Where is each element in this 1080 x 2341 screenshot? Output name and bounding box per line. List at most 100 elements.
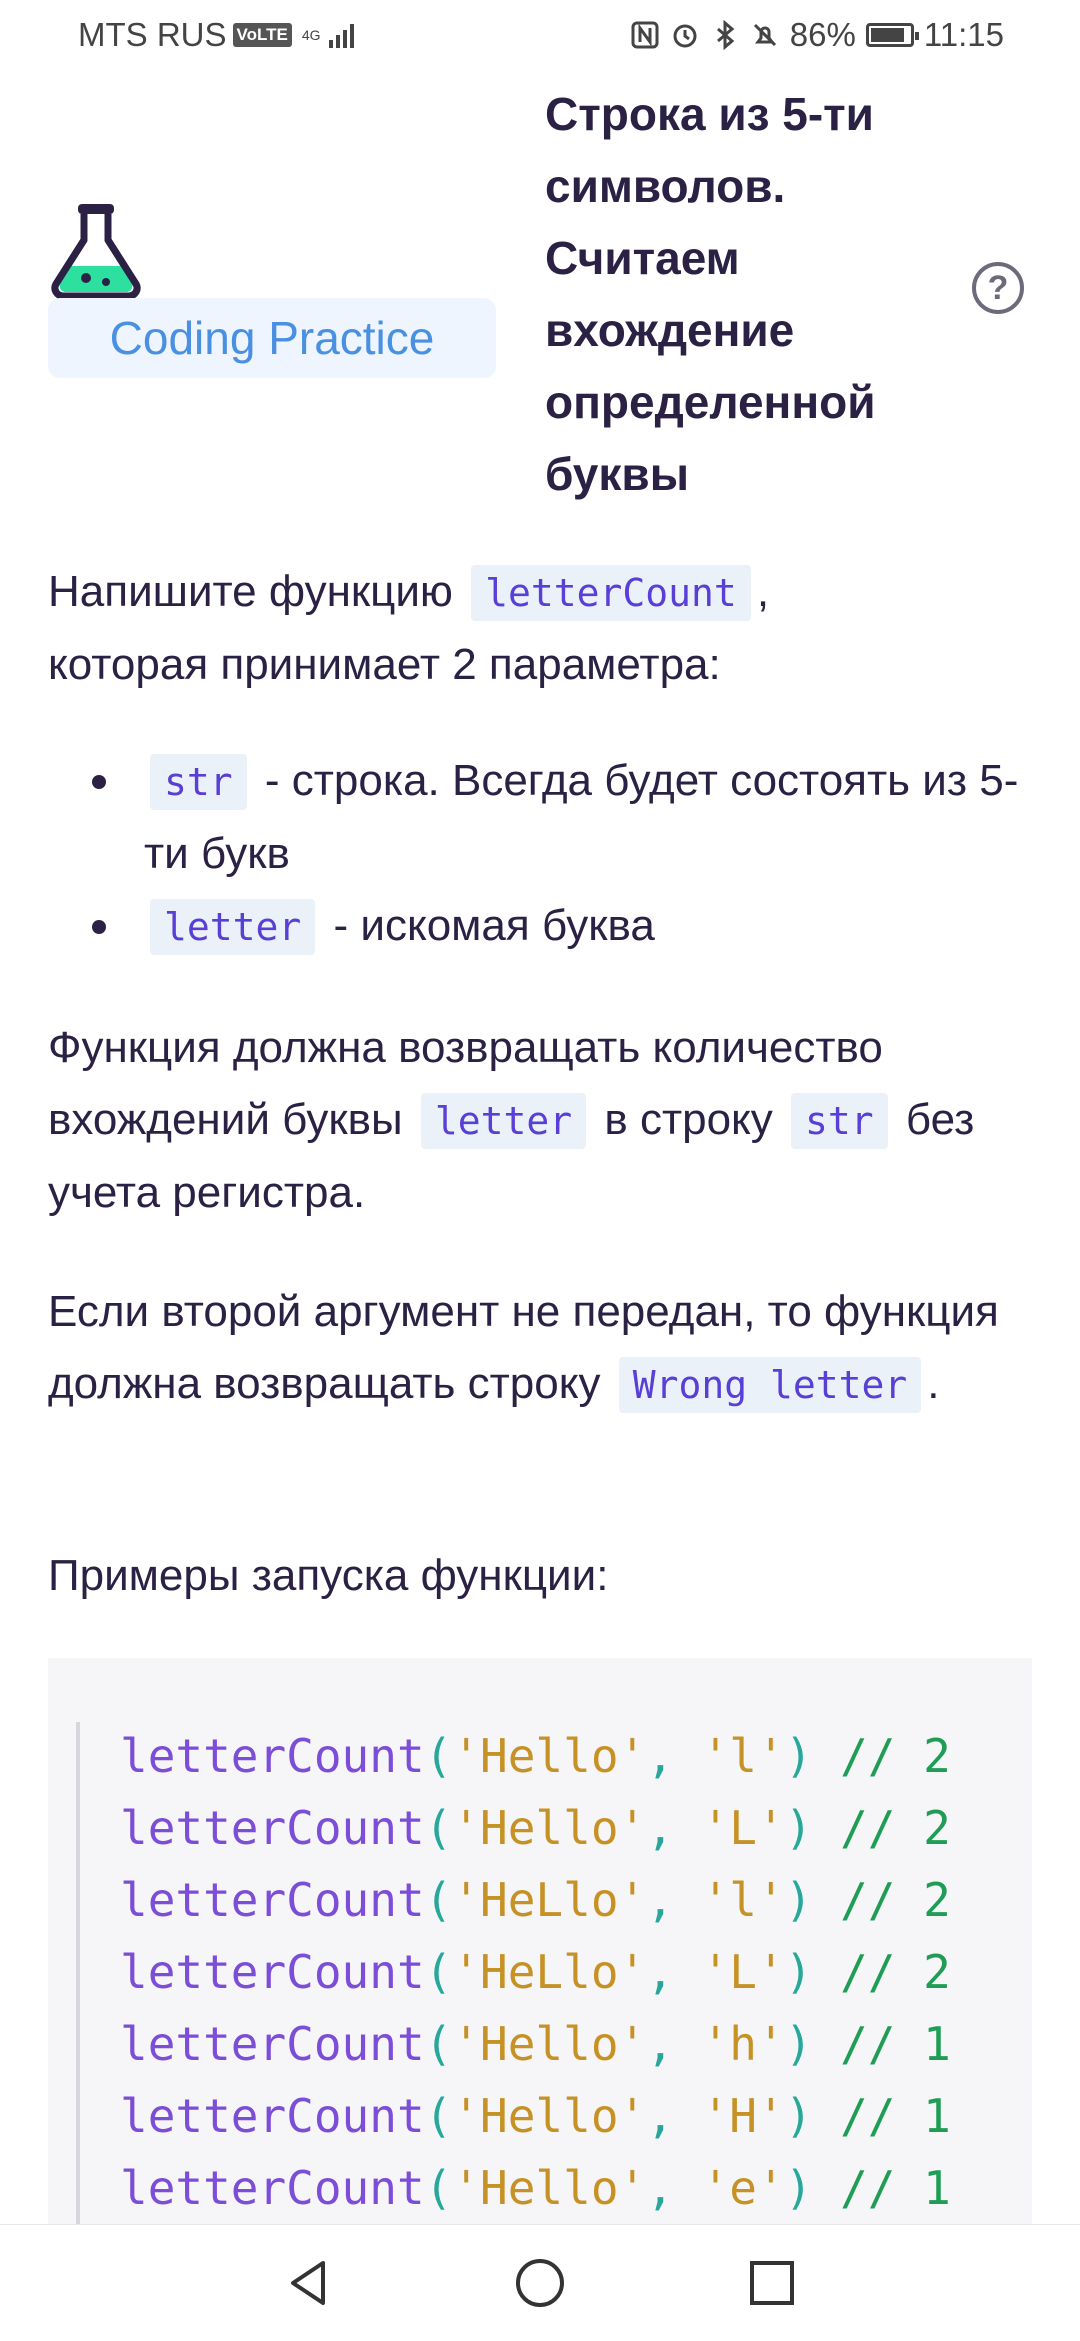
code-string-arg: 'Hello' <box>452 2017 647 2071</box>
code-block: letterCount('Hello', 'l') // 2 letterCoun… <box>48 1658 1032 2258</box>
carrier-name: MTS RUS <box>78 16 227 53</box>
code-punct: ) <box>784 2161 841 2215</box>
flask-icon <box>51 204 141 300</box>
network-type: 4G <box>301 27 321 43</box>
code-function: letterCount <box>120 1945 425 1999</box>
code-letter-arg: 'l' <box>701 1873 785 1927</box>
code-letter-arg: 'l' <box>701 1729 785 1783</box>
category-badge: Coding Practice <box>48 298 496 378</box>
code-punct: ( <box>424 1801 453 1855</box>
params-list: str - строка. Всегда будет состоять из 5… <box>48 745 1038 963</box>
code-string-arg: 'Hello' <box>452 2161 647 2215</box>
alarm-icon <box>673 24 697 48</box>
intro-prefix: Напишите функцию <box>48 567 453 616</box>
code-punct: ) <box>784 1801 841 1855</box>
bluetooth-icon <box>716 20 735 50</box>
code-punct: ( <box>424 1873 453 1927</box>
code-punct: ) <box>784 1729 841 1783</box>
code-line: letterCount('HeLlo', 'l') // 2 <box>120 1864 951 1936</box>
list-item: letter - искомая буква <box>92 890 1038 963</box>
recents-icon[interactable] <box>742 2253 802 2313</box>
code-punct: ) <box>784 2089 841 2143</box>
status-right: 86% 11:15 <box>630 16 1004 54</box>
str-code: str <box>791 1093 888 1149</box>
return-paragraph: Функция должна возвращать количество вхо… <box>48 1012 1038 1229</box>
code-comment: // 2 <box>840 1945 951 1999</box>
code-function: letterCount <box>120 2017 425 2071</box>
home-icon[interactable] <box>510 2253 570 2313</box>
code-line: letterCount('Hello', 'h') // 1 <box>120 2008 951 2080</box>
clock: 11:15 <box>923 16 1004 53</box>
code-punct: , <box>646 2017 702 2071</box>
code-function: letterCount <box>120 2161 425 2215</box>
code-punct: , <box>646 2089 702 2143</box>
code-line: letterCount('HeLlo', 'L') // 2 <box>120 1936 951 2008</box>
missing-text-2: . <box>927 1359 940 1408</box>
code-string-arg: 'HeLlo' <box>452 1945 647 1999</box>
back-icon[interactable] <box>279 2253 339 2313</box>
code-punct: , <box>646 1801 702 1855</box>
missing-arg-paragraph: Если второй аргумент не передан, то функ… <box>48 1276 1038 1421</box>
code-function: letterCount <box>120 1873 425 1927</box>
navigation-bar <box>0 2224 1080 2341</box>
battery-percent: 86% <box>789 16 856 53</box>
code-string-arg: 'HeLlo' <box>452 1873 647 1927</box>
status-left: MTS RUS VoLTE 4G <box>78 16 354 54</box>
code-comment: // 2 <box>840 1801 951 1855</box>
code-punct: ( <box>424 2089 453 2143</box>
code-function: letterCount <box>120 1801 425 1855</box>
code-gutter <box>76 1722 80 2242</box>
status-bar: MTS RUS VoLTE 4G 86% 11:15 <box>0 0 1080 70</box>
intro-paragraph: Напишите функцию letterCount, которая пр… <box>48 556 1038 701</box>
code-string-arg: 'Hello' <box>452 2089 647 2143</box>
code-letter-arg: 'L' <box>701 1945 785 1999</box>
signal-icon <box>328 22 354 48</box>
code-punct: ( <box>424 1945 453 1999</box>
code-comment: // 1 <box>840 2017 951 2071</box>
page-title: Строка из 5-ти символов. Считаем вхожден… <box>545 88 876 500</box>
code-lines: letterCount('Hello', 'l') // 2 letterCoun… <box>120 1720 951 2224</box>
code-function: letterCount <box>120 1729 425 1783</box>
mute-icon <box>753 23 776 47</box>
code-punct: ) <box>784 1945 841 1999</box>
intro-suffix: , <box>756 567 770 616</box>
list-item: str - строка. Всегда будет состоять из 5… <box>92 745 1038 890</box>
help-icon[interactable]: ? <box>972 262 1024 314</box>
intro-line2: которая принимает 2 параметра: <box>48 640 721 689</box>
code-punct: , <box>646 1729 702 1783</box>
param-desc: - строка. Всегда будет состоять из 5-ти … <box>144 756 1019 878</box>
code-punct: , <box>646 2161 702 2215</box>
code-letter-arg: 'H' <box>701 2089 785 2143</box>
code-punct: ( <box>424 2017 453 2071</box>
code-string-arg: 'Hello' <box>452 1729 647 1783</box>
code-punct: ( <box>424 2161 453 2215</box>
code-letter-arg: 'h' <box>701 2017 785 2071</box>
code-punct: ) <box>784 2017 841 2071</box>
code-line: letterCount('Hello', 'L') // 2 <box>120 1792 951 1864</box>
code-comment: // 1 <box>840 2161 951 2215</box>
param-code: str <box>150 754 247 810</box>
examples-label: Примеры запуска функции: <box>48 1551 609 1600</box>
code-line: letterCount('Hello', 'e') // 1 <box>120 2152 951 2224</box>
code-string-arg: 'Hello' <box>452 1801 647 1855</box>
code-function: letterCount <box>120 2089 425 2143</box>
code-line: letterCount('Hello', 'l') // 2 <box>120 1720 951 1792</box>
code-comment: // 1 <box>840 2089 951 2143</box>
code-letter-arg: 'L' <box>701 1801 785 1855</box>
function-name-code: letterCount <box>471 565 751 621</box>
battery-icon <box>865 23 919 47</box>
volte-icon: VoLTE <box>232 23 292 47</box>
code-punct: ) <box>784 1873 841 1927</box>
code-punct: ( <box>424 1729 453 1783</box>
code-punct: , <box>646 1945 702 1999</box>
code-punct: , <box>646 1873 702 1927</box>
code-comment: // 2 <box>840 1729 951 1783</box>
param-code: letter <box>150 899 316 955</box>
letter-code: letter <box>420 1093 587 1149</box>
param-desc: - искомая буква <box>333 901 655 950</box>
code-comment: // 2 <box>840 1873 951 1927</box>
code-line: letterCount('Hello', 'H') // 1 <box>120 2080 951 2152</box>
code-letter-arg: 'e' <box>701 2161 785 2215</box>
nfc-icon <box>631 21 659 49</box>
return-text-2: в строку <box>604 1095 773 1144</box>
